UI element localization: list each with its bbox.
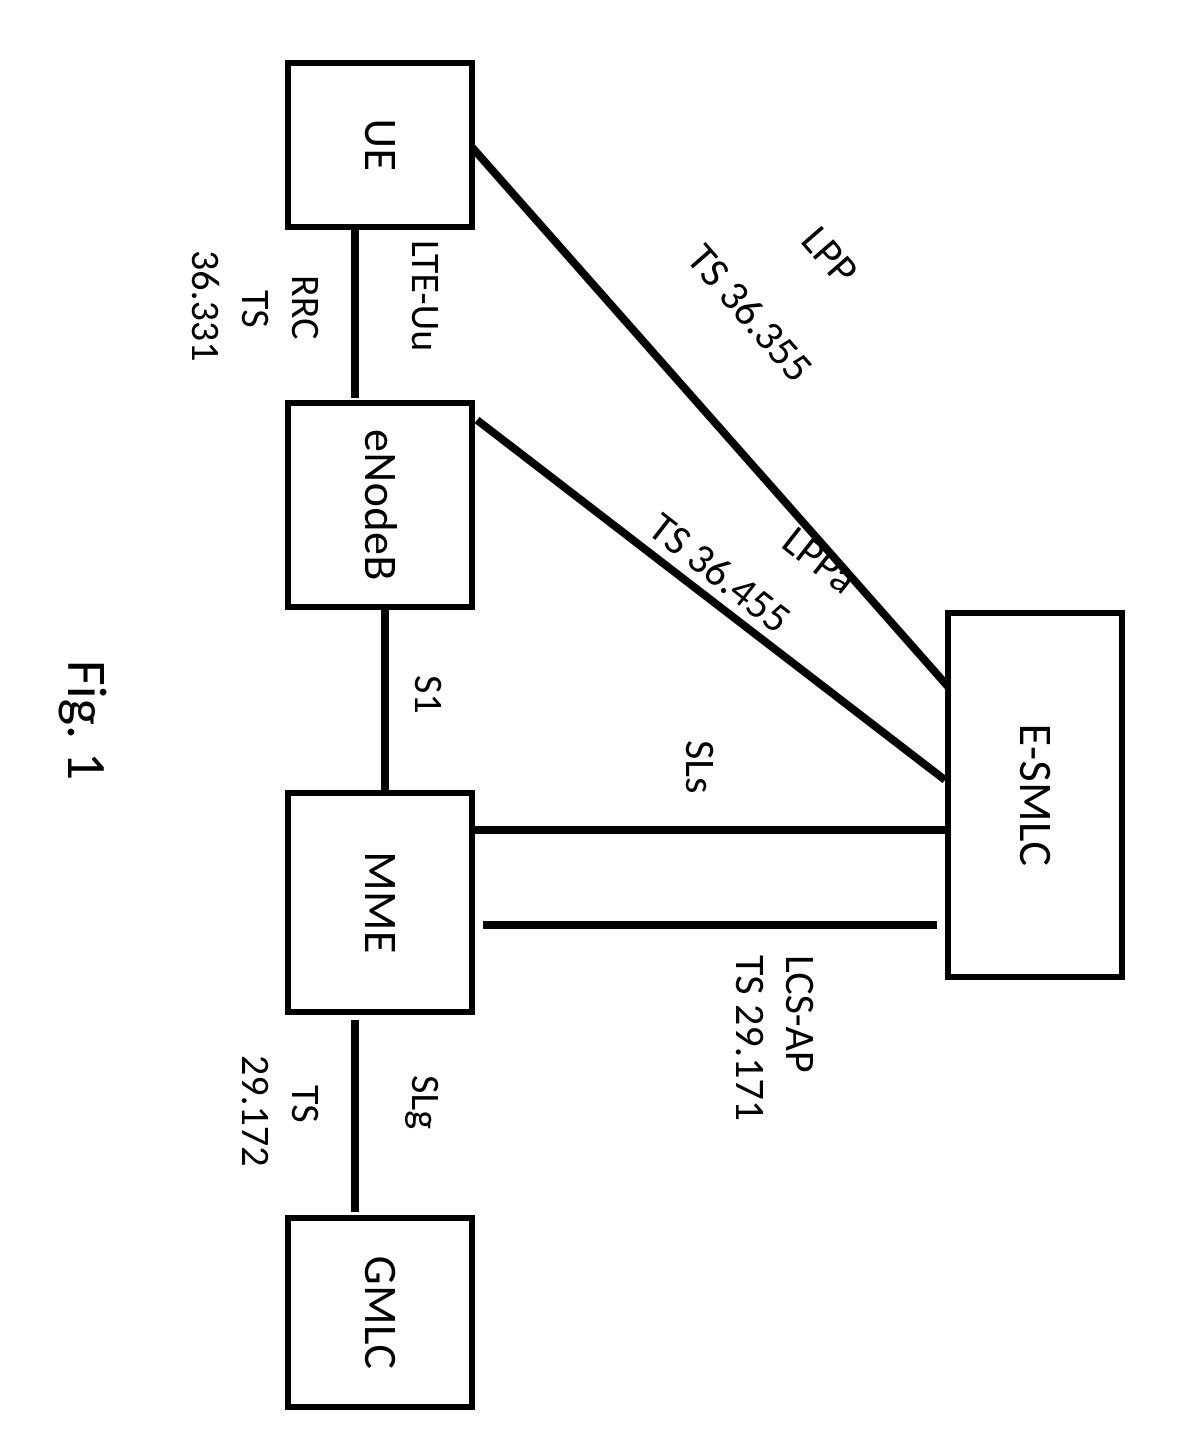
- node-ue: UE: [285, 60, 475, 230]
- label-s1: S1: [404, 675, 453, 714]
- node-esmlc-label: E-SMLC: [1007, 724, 1063, 867]
- node-gmlc-label: GMLC: [352, 1256, 408, 1370]
- label-slg-spec-a: TS: [281, 1085, 330, 1123]
- node-enodeb: eNodeB: [285, 400, 475, 610]
- label-lcsap-spec: TS 29.171: [724, 955, 775, 1121]
- node-mme: MME: [285, 790, 475, 1015]
- label-lcsap: LCS-AP: [774, 955, 825, 1073]
- diagram-scene: E-SMLC UE eNodeB MME GMLC LPP TS 36.355 …: [0, 0, 1195, 1451]
- label-slg-spec-b: 29.172: [231, 1055, 280, 1166]
- node-enodeb-label: eNodeB: [352, 429, 408, 581]
- label-slg: SLg: [401, 1075, 450, 1129]
- label-sls: SLs: [674, 740, 725, 793]
- figure-caption: Fig. 1: [52, 660, 120, 780]
- label-rrc: RRC: [281, 275, 330, 339]
- node-gmlc: GMLC: [285, 1215, 475, 1410]
- node-ue-label: UE: [352, 119, 408, 172]
- node-esmlc: E-SMLC: [945, 610, 1125, 980]
- label-rrc-spec-b: 36.331: [181, 250, 230, 361]
- node-mme-label: MME: [352, 851, 408, 954]
- label-rrc-spec-a: TS: [231, 290, 280, 328]
- label-lteuu: LTE-Uu: [401, 240, 450, 351]
